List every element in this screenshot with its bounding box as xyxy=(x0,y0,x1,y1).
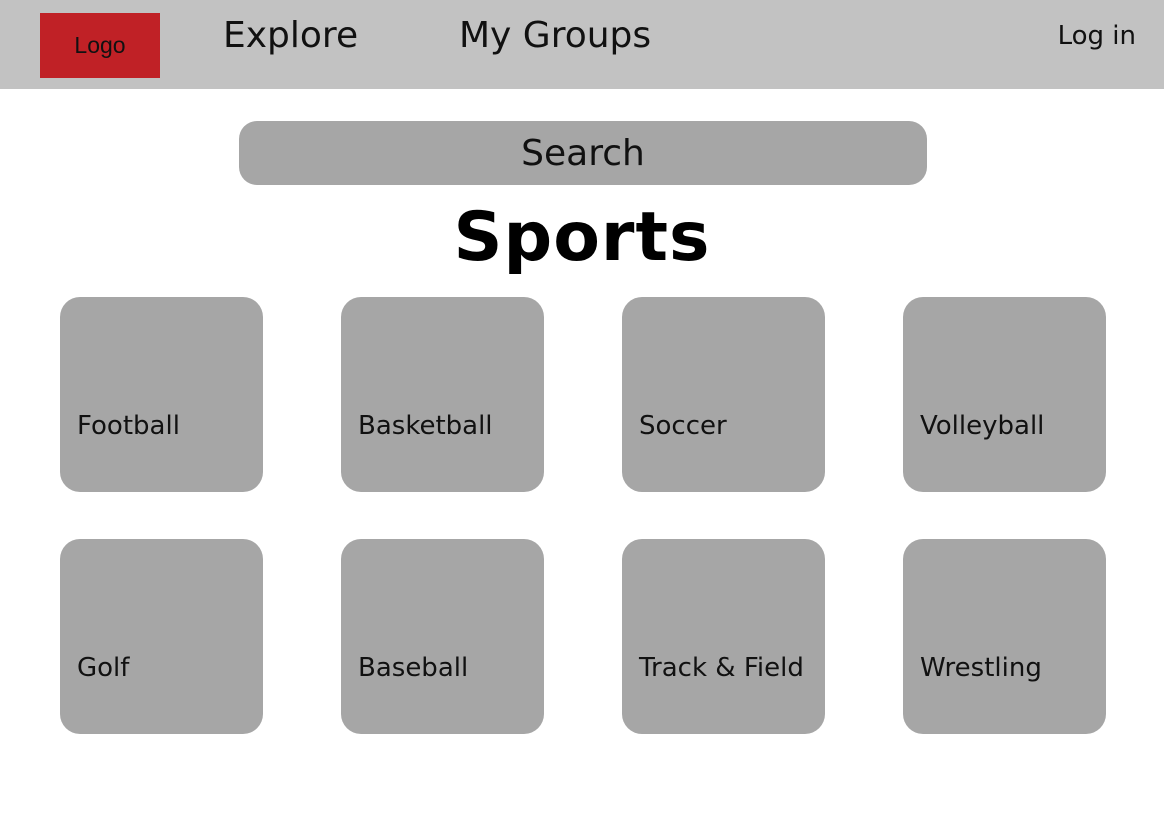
category-tile-baseball[interactable]: Baseball xyxy=(341,539,544,734)
search-bar[interactable]: Search xyxy=(239,121,927,185)
category-label: Football xyxy=(77,411,180,441)
category-tile-football[interactable]: Football xyxy=(60,297,263,492)
category-label: Wrestling xyxy=(920,653,1042,683)
category-label: Baseball xyxy=(358,653,469,683)
category-tile-soccer[interactable]: Soccer xyxy=(622,297,825,492)
category-tile-basketball[interactable]: Basketball xyxy=(341,297,544,492)
category-label: Track & Field xyxy=(639,653,804,683)
category-tile-wrestling[interactable]: Wrestling xyxy=(903,539,1106,734)
category-tile-track-and-field[interactable]: Track & Field xyxy=(622,539,825,734)
nav-my-groups-link[interactable]: My Groups xyxy=(459,14,651,58)
logo-label: Logo xyxy=(74,32,126,58)
page-title: Sports xyxy=(453,198,711,277)
category-label: Golf xyxy=(77,653,130,683)
nav-explore-link[interactable]: Explore xyxy=(223,14,358,58)
category-grid: Football Basketball Soccer Volleyball Go… xyxy=(60,297,1107,734)
category-label: Soccer xyxy=(639,411,727,441)
login-link[interactable]: Log in xyxy=(1058,19,1136,53)
category-label: Basketball xyxy=(358,411,493,441)
logo[interactable]: Logo xyxy=(40,13,160,78)
category-label: Volleyball xyxy=(920,411,1045,441)
category-tile-golf[interactable]: Golf xyxy=(60,539,263,734)
category-tile-volleyball[interactable]: Volleyball xyxy=(903,297,1106,492)
top-nav-bar: Logo Explore My Groups Log in xyxy=(0,0,1164,89)
search-label: Search xyxy=(521,132,645,174)
